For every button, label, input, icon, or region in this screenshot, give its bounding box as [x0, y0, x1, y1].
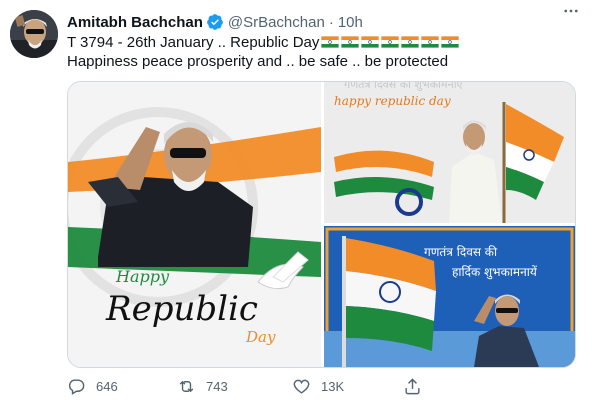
- share-button[interactable]: [403, 373, 432, 399]
- tweet-text-line1: T 3794 - 26th January .. Republic Day: [67, 33, 577, 52]
- india-flag-icon: [381, 36, 400, 48]
- separator-dot: ·: [328, 13, 334, 31]
- retweet-icon: [179, 380, 194, 392]
- india-flag-icon: [341, 36, 360, 48]
- india-flag-icon: [441, 36, 460, 48]
- india-flag-icon: [421, 36, 440, 48]
- media-image-2[interactable]: गणतंत्र दिवस की शुभकामनाएं happy republi…: [324, 82, 575, 223]
- verified-badge-icon: [206, 14, 223, 30]
- share-icon: [405, 377, 420, 394]
- reply-count: 646: [96, 378, 118, 394]
- like-count: 13K: [321, 378, 345, 394]
- reply-button[interactable]: 646: [67, 373, 118, 399]
- image1-happy-text: Happy: [115, 267, 170, 286]
- image3-hindi-line2: हार्दिक शुभकामनायें: [452, 265, 538, 280]
- avatar[interactable]: [10, 10, 58, 58]
- author-name[interactable]: Amitabh Bachchan: [67, 14, 203, 31]
- image2-caption-text: happy republic day: [334, 94, 451, 108]
- tweet-card[interactable]: Amitabh Bachchan @SrBachchan · 10h T 379…: [0, 0, 592, 405]
- india-flag-icon: [401, 36, 420, 48]
- media-grid: Happy Republic Day गणतंत्र दिवस की शुभका…: [67, 81, 576, 368]
- media-image-1[interactable]: Happy Republic Day: [68, 82, 321, 367]
- author-handle[interactable]: @SrBachchan: [228, 14, 325, 31]
- india-flag-emojis: [321, 36, 460, 48]
- timestamp[interactable]: 10h: [338, 14, 363, 31]
- india-flag-icon: [321, 36, 340, 48]
- tweet-text-line1-content: T 3794 - 26th January .. Republic Day: [67, 34, 320, 51]
- reply-icon: [68, 378, 85, 395]
- image3-hindi-line1: गणतंत्र दिवस की: [424, 245, 498, 259]
- retweet-count: 743: [206, 378, 228, 394]
- tweet-text: T 3794 - 26th January .. Republic Day Ha…: [67, 33, 577, 71]
- image1-republic-text: Republic: [105, 289, 258, 329]
- like-button[interactable]: 13K: [292, 373, 344, 399]
- avatar-image: [10, 10, 58, 58]
- tweet-text-line2: Happiness peace prosperity and .. be saf…: [67, 53, 449, 70]
- media-image-3[interactable]: गणतंत्र दिवस की हार्दिक शुभकामनायें: [324, 226, 575, 367]
- retweet-button[interactable]: 743: [177, 373, 228, 399]
- tweet-header: Amitabh Bachchan @SrBachchan · 10h: [67, 11, 587, 33]
- more-options-icon[interactable]: [562, 2, 580, 20]
- action-bar: 646 743 13K: [67, 373, 577, 399]
- india-flag-icon: [361, 36, 380, 48]
- image1-day-text: Day: [245, 328, 276, 346]
- image2-hindi-faded-text: गणतंत्र दिवस की शुभकामनाएं: [344, 82, 464, 91]
- heart-icon: [293, 379, 310, 394]
